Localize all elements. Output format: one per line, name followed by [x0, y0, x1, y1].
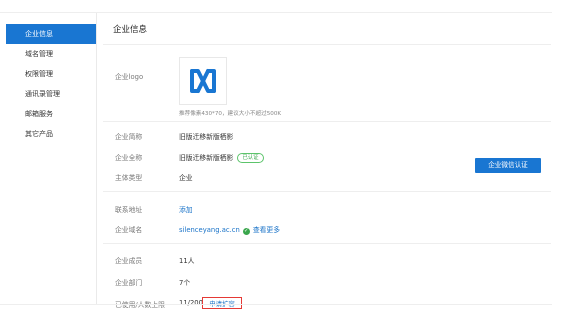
sidebar: 企业信息 域名管理 权限管理 通讯录管理 邮箱服务 其它产品	[6, 13, 97, 305]
address-label: 联系地址	[115, 206, 143, 214]
seats-value: 11/200	[179, 299, 203, 307]
short-name-value: 旧版迁移新版栖影	[179, 133, 234, 141]
page-bottom-divider	[0, 304, 552, 305]
members-value: 11人	[179, 257, 195, 265]
logo-label: 企业logo	[115, 73, 144, 81]
title-divider	[103, 44, 551, 45]
logo-upload[interactable]	[179, 57, 227, 105]
section-divider	[103, 243, 551, 244]
sidebar-item-permission-management[interactable]: 权限管理	[6, 64, 96, 84]
certified-badge: 已认证	[237, 153, 264, 163]
full-name-row: 旧版迁移新版栖影 已认证	[179, 152, 264, 163]
domain-row: silenceyang.ac.cn ✓ 查看更多	[179, 224, 280, 235]
short-name-label: 企业简称	[115, 133, 143, 141]
subject-type-value: 企业	[179, 174, 193, 182]
departments-label: 企业部门	[115, 279, 143, 287]
sidebar-item-domain-management[interactable]: 域名管理	[6, 44, 96, 64]
subject-type-label: 主体类型	[115, 174, 143, 182]
apply-expansion-button[interactable]: 申请扩容	[202, 297, 242, 309]
sidebar-item-contacts-management[interactable]: 通讯录管理	[6, 84, 96, 104]
domain-value[interactable]: silenceyang.ac.cn	[179, 226, 240, 234]
full-name-value: 旧版迁移新版栖影	[179, 154, 234, 162]
add-address-link[interactable]: 添加	[179, 204, 193, 214]
section-divider	[103, 121, 551, 122]
section-divider	[103, 191, 551, 192]
members-label: 企业成员	[115, 257, 143, 265]
logo-hint: 推荐像素430*70，建议大小不超过500K	[179, 111, 282, 117]
wechat-work-certify-button[interactable]: 企业微信认证	[475, 158, 541, 173]
check-circle-icon: ✓	[242, 228, 250, 235]
full-name-label: 企业全称	[115, 154, 143, 162]
sidebar-item-enterprise-info[interactable]: 企业信息	[6, 24, 96, 44]
page-title: 企业信息	[113, 25, 148, 35]
sidebar-item-mail-service[interactable]: 邮箱服务	[6, 104, 96, 124]
domain-label: 企业域名	[115, 226, 143, 234]
departments-value: 7个	[179, 279, 191, 287]
company-logo-icon	[190, 69, 216, 93]
main-panel: 企业信息 企业logo 推荐像素430*70，建议大小不超过500K 企业简称 …	[103, 13, 551, 309]
view-more-link[interactable]: 查看更多	[253, 226, 280, 234]
sidebar-item-other-products[interactable]: 其它产品	[6, 124, 96, 144]
